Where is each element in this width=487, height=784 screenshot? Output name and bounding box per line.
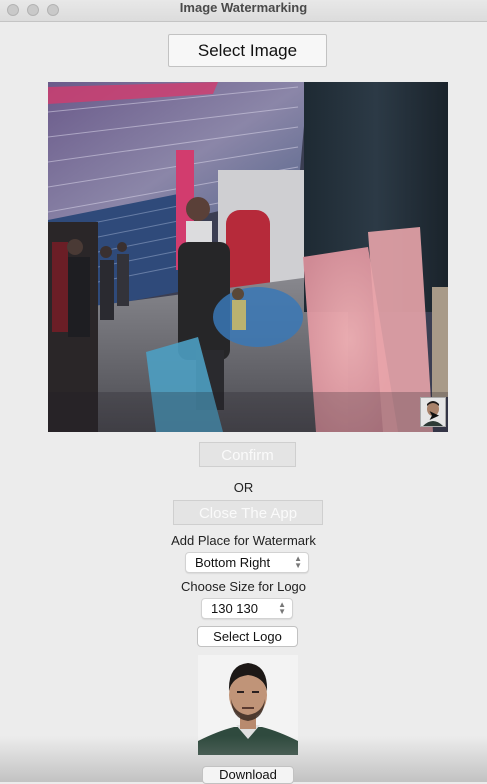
window-title: Image Watermarking (179, 0, 308, 15)
select-image-button[interactable]: Select Image (168, 34, 327, 67)
watermark-place-select[interactable]: Bottom Right ▲ ▼ (185, 552, 309, 573)
chevron-updown-icon: ▲ ▼ (278, 600, 286, 616)
download-button[interactable]: Download (202, 766, 294, 784)
preview-photo-illustration (48, 82, 448, 432)
confirm-button[interactable]: Confirm (199, 442, 296, 467)
watermark-place-value: Bottom Right (195, 555, 271, 570)
close-app-button[interactable]: Close The App (173, 500, 323, 525)
logo-size-select[interactable]: 130 130 ▲ ▼ (201, 598, 293, 619)
logo-size-label: Choose Size for Logo (180, 579, 307, 594)
watermark-place-label: Add Place for Watermark (171, 533, 316, 548)
mouse-cursor-icon: ➤ (428, 407, 440, 423)
or-label: OR (233, 480, 254, 495)
chevron-updown-icon: ▲ ▼ (294, 554, 302, 570)
title-bar: Image Watermarking (0, 0, 487, 22)
select-logo-button[interactable]: Select Logo (197, 626, 298, 647)
image-preview: ➤ (48, 82, 448, 432)
logo-size-value: 130 130 (211, 601, 258, 616)
